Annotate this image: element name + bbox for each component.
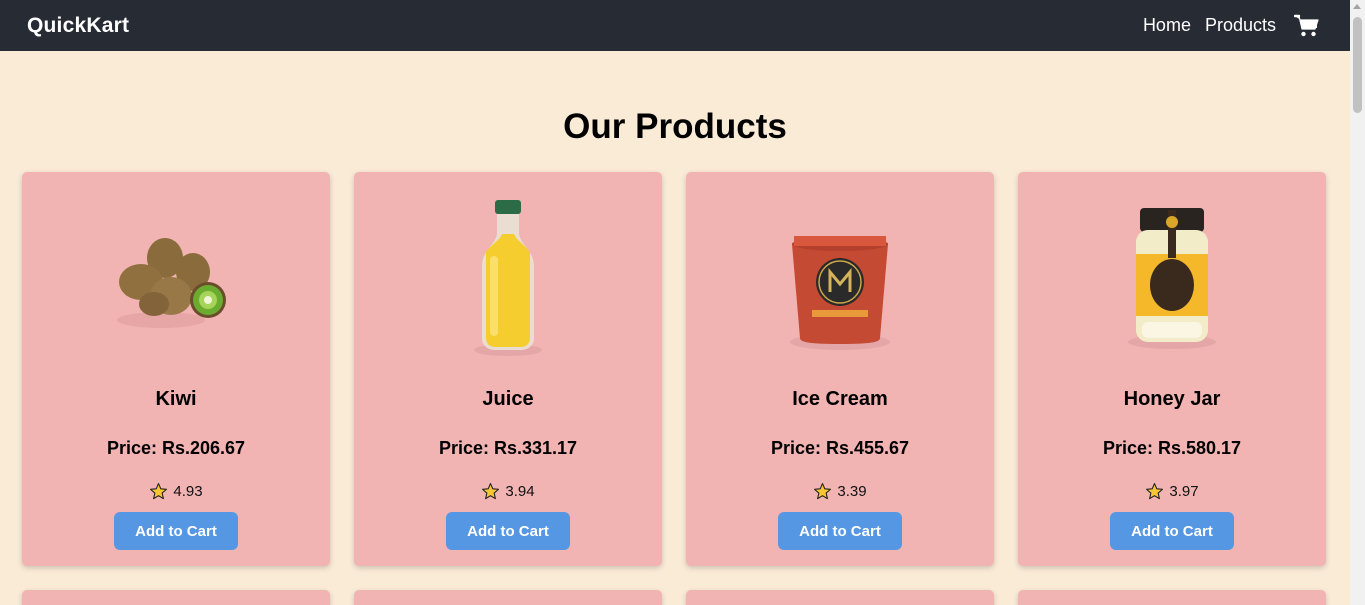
product-card: Ice Cream Price: Rs.455.67 3.39 Add to C…	[686, 172, 994, 566]
product-card	[22, 590, 330, 605]
product-card	[354, 590, 662, 605]
product-price: Price: Rs.580.17	[1102, 438, 1242, 458]
brand-logo[interactable]: QuickKart	[27, 14, 129, 38]
juice-bottle-image	[474, 200, 542, 356]
rating-value: 3.39	[837, 483, 867, 500]
rating-value: 3.94	[505, 483, 535, 500]
product-card	[1018, 590, 1326, 605]
page-title: Our Products	[563, 107, 787, 146]
product-price: Price: Rs.206.67	[106, 438, 246, 458]
product-card: Kiwi Price: Rs.206.67 4.93 Add to Cart	[22, 172, 330, 566]
kiwi-image	[117, 238, 226, 328]
nav-links: Home Products	[1143, 13, 1323, 39]
product-rating: 4.93	[22, 482, 330, 501]
product-rating: 3.94	[354, 482, 662, 501]
star-icon	[150, 483, 168, 500]
product-price: Price: Rs.331.17	[438, 438, 578, 458]
page-scrollbar[interactable]	[1350, 0, 1365, 605]
product-name: Honey Jar	[1123, 388, 1221, 410]
product-name: Juice	[482, 388, 534, 410]
rating-value: 3.97	[1169, 483, 1199, 500]
star-icon	[814, 483, 832, 500]
product-card: Honey Jar Price: Rs.580.17 3.97 Add to C…	[1018, 172, 1326, 566]
star-icon	[1146, 483, 1164, 500]
shopping-cart-icon[interactable]	[1294, 13, 1320, 39]
add-to-cart-button[interactable]: Add to Cart	[1110, 512, 1234, 550]
product-card: Juice Price: Rs.331.17 3.94 Add to Cart	[354, 172, 662, 566]
ice-cream-tub-image	[790, 236, 890, 350]
product-rating: 3.97	[1018, 482, 1326, 501]
product-grid: Kiwi Price: Rs.206.67 4.93 Add to Cart J…	[22, 172, 1328, 605]
honey-jar-image	[1128, 208, 1216, 349]
star-icon	[482, 483, 500, 500]
nav-link-home[interactable]: Home	[1143, 15, 1191, 36]
rating-value: 4.93	[173, 483, 203, 500]
add-to-cart-button[interactable]: Add to Cart	[778, 512, 902, 550]
nav-link-products[interactable]: Products	[1205, 15, 1276, 36]
add-to-cart-button[interactable]: Add to Cart	[446, 512, 570, 550]
product-rating: 3.39	[686, 482, 994, 501]
navbar: QuickKart Home Products	[0, 0, 1350, 51]
product-name: Kiwi	[155, 388, 197, 410]
product-name: Ice Cream	[792, 388, 888, 410]
scrollbar-thumb[interactable]	[1353, 17, 1362, 113]
product-card	[686, 590, 994, 605]
add-to-cart-button[interactable]: Add to Cart	[114, 512, 238, 550]
product-price: Price: Rs.455.67	[770, 438, 910, 458]
scroll-up-arrow-icon[interactable]	[1353, 4, 1361, 9]
